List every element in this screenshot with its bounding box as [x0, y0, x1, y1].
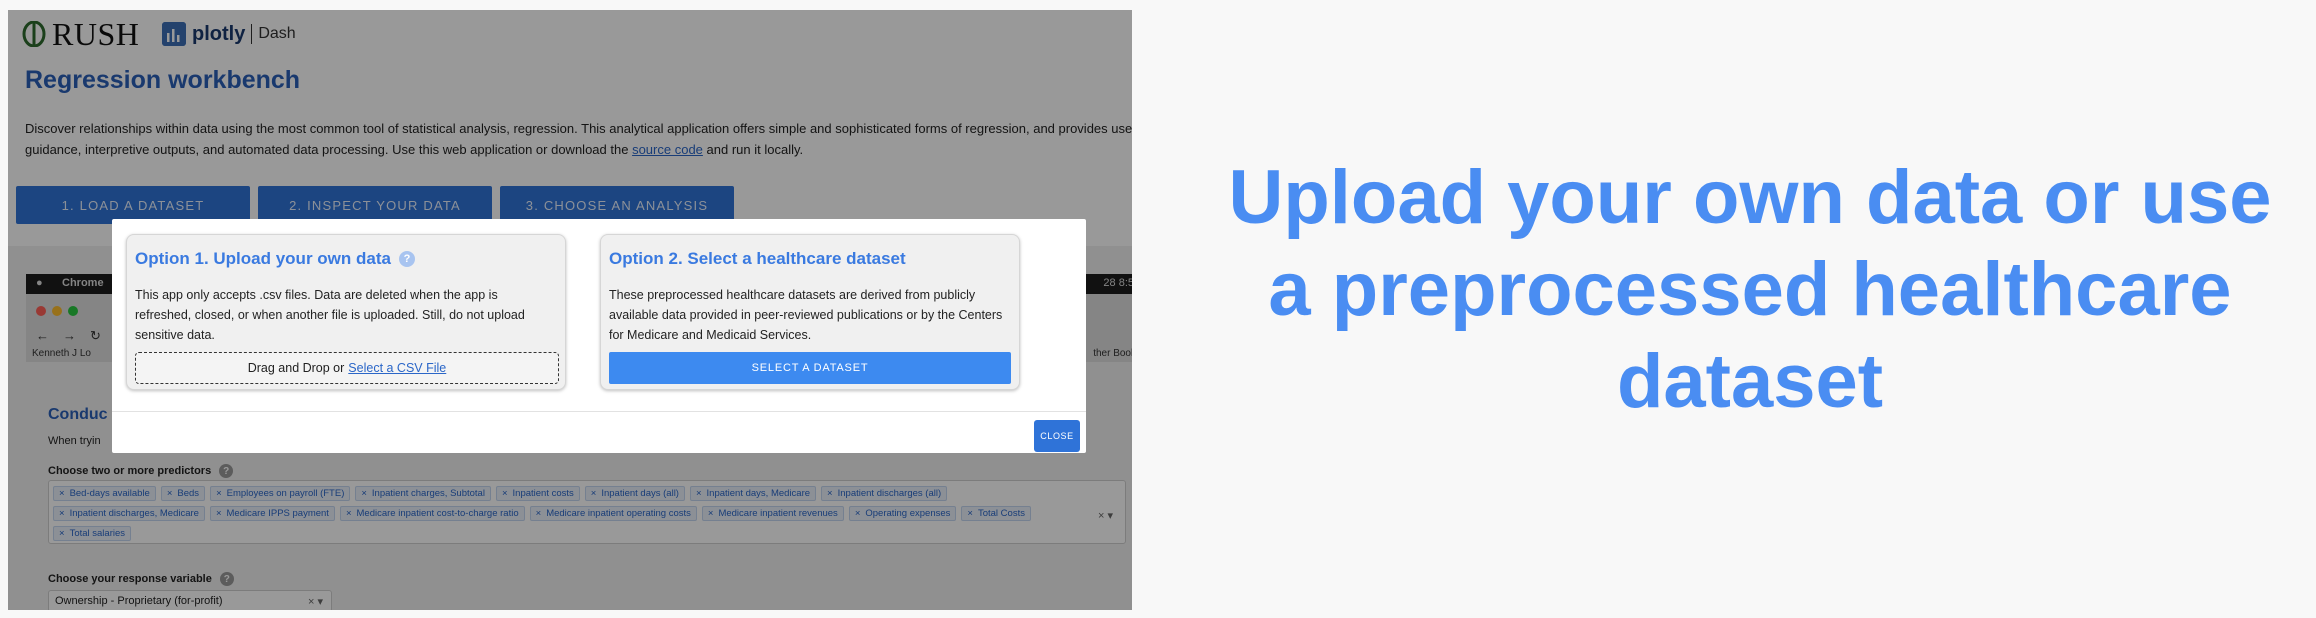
app-screenshot: RUSH plotly Dash Regression workbench Di… — [8, 10, 1132, 610]
headline: Upload your own data or use a preprocess… — [1228, 155, 2272, 424]
drop-zone-text: Drag and Drop or — [247, 361, 345, 375]
select-dataset-button[interactable]: SELECT A DATASET — [609, 352, 1011, 384]
modal-divider — [112, 411, 1086, 412]
healthcare-option-description: These preprocessed healthcare datasets a… — [609, 288, 1003, 342]
upload-option-title: Option 1. Upload your own data ? — [135, 249, 415, 269]
select-csv-link[interactable]: Select a CSV File — [348, 361, 446, 375]
upload-option-description: This app only accepts .csv files. Data a… — [135, 288, 525, 342]
csv-drop-zone[interactable]: Drag and Drop or Select a CSV File — [135, 352, 559, 384]
upload-option-card: Option 1. Upload your own data ? This ap… — [126, 234, 566, 390]
slide: RUSH plotly Dash Regression workbench Di… — [0, 0, 2316, 618]
help-icon[interactable]: ? — [398, 251, 415, 267]
load-dataset-modal: Option 1. Upload your own data ? This ap… — [112, 219, 1086, 453]
upload-option-title-text: Option 1. Upload your own data — [135, 249, 391, 268]
healthcare-option-card: Option 2. Select a healthcare dataset Th… — [600, 234, 1020, 390]
close-button[interactable]: CLOSE — [1034, 420, 1080, 452]
healthcare-option-title: Option 2. Select a healthcare dataset — [609, 249, 906, 268]
